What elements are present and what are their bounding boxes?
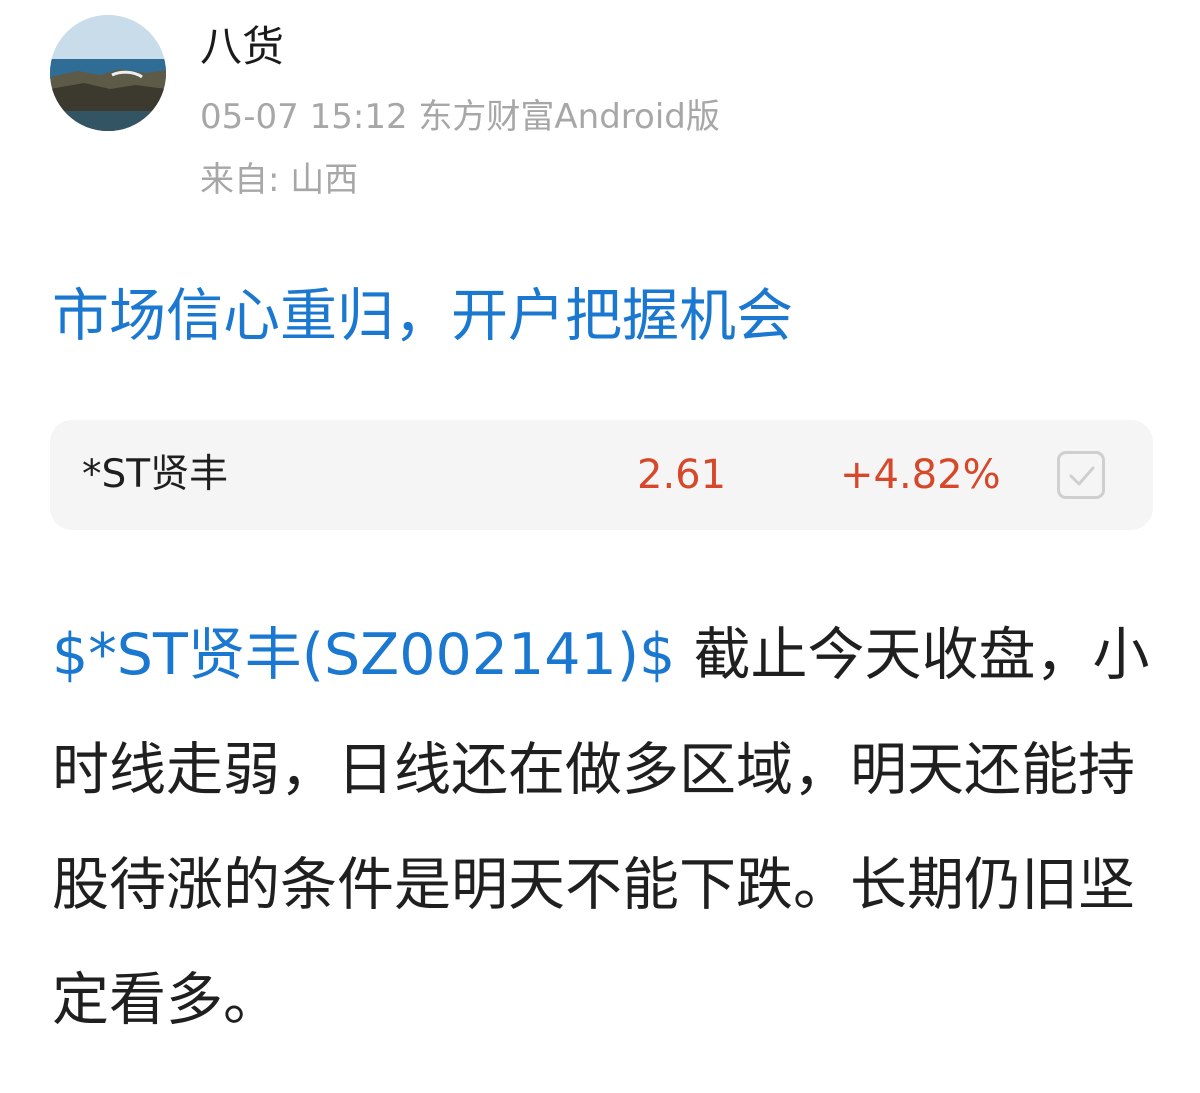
post-source: 东方财富Android版 (418, 97, 720, 137)
post-timestamp: 05-07 15:12 (200, 97, 408, 137)
author-name[interactable]: 八货 (200, 19, 284, 75)
post-title[interactable]: 市场信心重归，开户把握机会 (52, 280, 793, 352)
avatar-seaside-icon (50, 15, 166, 131)
post-meta: 05-07 15:12 东方财富Android版 (200, 95, 720, 139)
stock-tag-link[interactable]: $*ST贤丰(SZ002141)$ (52, 622, 675, 688)
avatar[interactable] (50, 15, 166, 131)
post-location: 来自: 山西 (200, 160, 359, 200)
stock-card[interactable]: *ST贤丰 2.61 +4.82% (50, 420, 1153, 530)
checkbox-icon[interactable] (1057, 451, 1105, 499)
stock-price: 2.61 (637, 452, 727, 498)
post-header: 八货 05-07 15:12 东方财富Android版 来自: 山西 (50, 15, 1150, 215)
post-body: $*ST贤丰(SZ002141)$ 截止今天收盘，小时线走弱，日线还在做多区域，… (52, 598, 1152, 1058)
stock-name: *ST贤丰 (82, 452, 229, 497)
stock-change: +4.82% (840, 452, 1001, 498)
